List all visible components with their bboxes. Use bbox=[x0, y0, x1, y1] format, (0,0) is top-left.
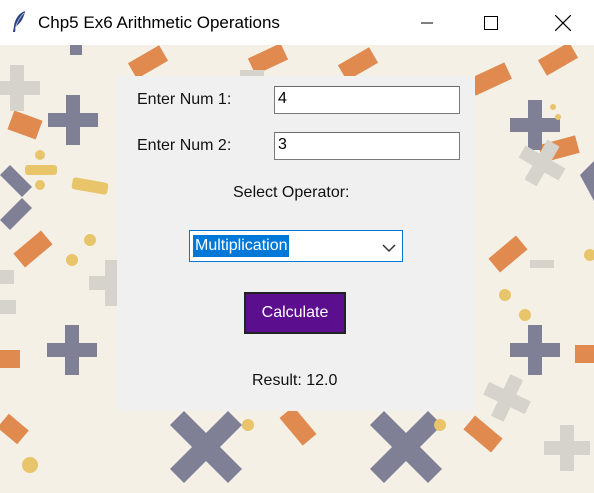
operator-selected-value: Multiplication bbox=[193, 235, 290, 257]
operator-select[interactable]: Multiplication bbox=[189, 230, 403, 262]
num2-label: Enter Num 2: bbox=[137, 137, 232, 154]
calculate-button[interactable]: Calculate bbox=[244, 292, 346, 334]
minimize-icon bbox=[421, 22, 433, 23]
num2-input[interactable]: 3 bbox=[274, 132, 460, 160]
title-bar: Chp5 Ex6 Arithmetic Operations bbox=[0, 0, 594, 45]
maximize-button[interactable] bbox=[468, 0, 514, 45]
num1-label: Enter Num 1: bbox=[137, 91, 232, 108]
num1-input[interactable]: 4 bbox=[274, 86, 460, 114]
window-title: Chp5 Ex6 Arithmetic Operations bbox=[38, 13, 280, 32]
result-text: Result: 12.0 bbox=[252, 372, 338, 389]
calculator-form: Enter Num 1: 4 Enter Num 2: 3 Select Ope… bbox=[117, 76, 475, 411]
maximize-icon bbox=[484, 15, 498, 30]
minimize-button[interactable] bbox=[404, 0, 450, 45]
close-button[interactable] bbox=[540, 0, 586, 45]
operator-label: Select Operator: bbox=[233, 184, 350, 201]
close-icon bbox=[555, 14, 571, 31]
chevron-down-icon bbox=[382, 240, 396, 258]
feather-icon bbox=[10, 10, 28, 34]
